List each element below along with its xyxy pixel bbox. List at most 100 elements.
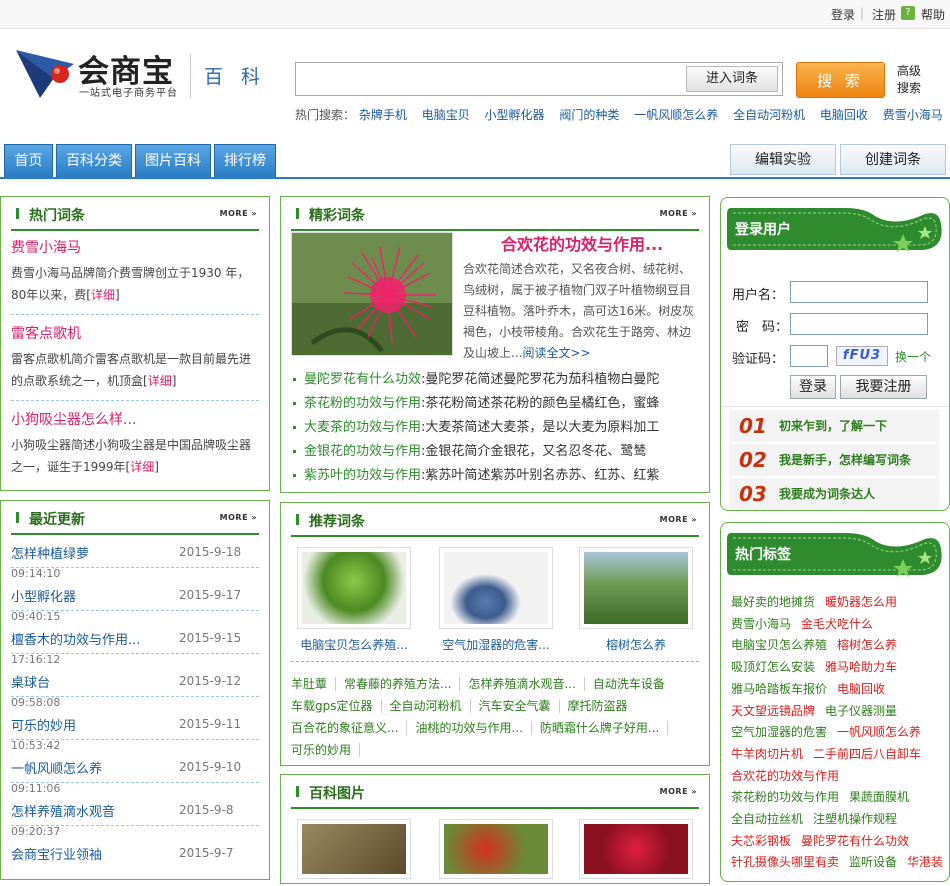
captcha-input[interactable] xyxy=(790,345,828,367)
update-title[interactable]: 可乐的妙用 xyxy=(11,715,76,734)
tag-link[interactable]: 百合花的象征意义... xyxy=(291,721,408,735)
hot-tag-link[interactable]: 一帆风顺怎么养 xyxy=(837,725,921,739)
hot-entry-title[interactable]: 费雪小海马 xyxy=(11,237,251,257)
refresh-captcha-link[interactable]: 换一个 xyxy=(895,348,931,365)
recommend-card[interactable]: 电脑宝贝怎么养殖... xyxy=(297,547,411,653)
top-login-link[interactable]: 登录 xyxy=(831,6,855,23)
picture-thumb[interactable] xyxy=(439,819,553,879)
update-title[interactable]: 怎样种植绿萝 xyxy=(11,543,89,562)
update-title[interactable]: 会商宝行业领袖 xyxy=(11,844,102,863)
hot-tag-link[interactable]: 夫芯彩钢板 xyxy=(731,834,791,848)
hot-tag-link[interactable]: 全自动拉丝机 xyxy=(731,812,803,826)
more-link[interactable]: MORE » xyxy=(660,787,697,796)
guide-step[interactable]: 02 我是新手，怎样编写词条 xyxy=(729,444,939,476)
hot-tag-link[interactable]: 暖奶器怎么用 xyxy=(825,595,897,609)
hot-tag-link[interactable]: 针孔摄像头哪里有卖 xyxy=(731,855,839,869)
hot-search-link[interactable]: 费雪小海马 xyxy=(883,108,943,122)
edit-lab-button[interactable]: 编辑实验 xyxy=(730,144,836,175)
tab-categories[interactable]: 百科分类 xyxy=(56,144,132,177)
picture-thumb[interactable] xyxy=(297,819,411,879)
read-more-link[interactable]: 阅读全文>> xyxy=(522,346,590,360)
tab-ranking[interactable]: 排行榜 xyxy=(214,144,276,177)
hot-search-link[interactable]: 小型孵化器 xyxy=(485,108,545,122)
hot-tag-link[interactable]: 监听设备 xyxy=(849,855,897,869)
tag-link[interactable]: 油桃的功效与作用... xyxy=(415,721,532,735)
tag-link[interactable]: 摩托防盗器 xyxy=(568,699,636,713)
hot-search-link[interactable]: 阀门的种类 xyxy=(559,108,619,122)
featured-list-item[interactable]: 金银花的功效与作用:金银花简介金银花，又名忍冬花、鹭鸶 xyxy=(293,440,701,459)
hot-search-link[interactable]: 一帆风顺怎么养 xyxy=(634,108,718,122)
register-button[interactable]: 我要注册 xyxy=(840,375,927,399)
hot-search-link[interactable]: 杂牌手机 xyxy=(359,108,407,122)
recommend-card[interactable]: 榕树怎么养 xyxy=(579,547,693,653)
hot-search-link[interactable]: 全自动河粉机 xyxy=(733,108,805,122)
password-input[interactable] xyxy=(790,313,928,335)
hot-entry-title[interactable]: 雷客点歌机 xyxy=(11,323,251,343)
hot-tag-link[interactable]: 空气加湿器的危害 xyxy=(731,725,827,739)
search-input[interactable] xyxy=(299,66,683,92)
tag-link[interactable]: 全自动河粉机 xyxy=(389,699,471,713)
login-button[interactable]: 登录 xyxy=(790,375,836,399)
featured-list-item[interactable]: 紫苏叶的功效与作用:紫苏叶简述紫苏叶别名赤苏、红苏、红紫 xyxy=(293,464,701,483)
hot-tag-link[interactable]: 最好卖的地摊货 xyxy=(731,595,815,609)
hot-tag-link[interactable]: 电脑回收 xyxy=(837,682,885,696)
hot-tag-link[interactable]: 费雪小海马 xyxy=(731,617,791,631)
hot-tag-link[interactable]: 注塑机操作规程 xyxy=(813,812,897,826)
more-link[interactable]: MORE » xyxy=(660,515,697,524)
hot-tag-link[interactable]: 果蔬面膜机 xyxy=(849,790,909,804)
hot-tag-link[interactable]: 二手前四后八自卸车 xyxy=(813,747,921,761)
more-link[interactable]: MORE » xyxy=(220,513,257,522)
hot-tag-link[interactable]: 茶花粉的功效与作用 xyxy=(731,790,839,804)
tag-link[interactable]: 汽车安全气囊 xyxy=(478,699,560,713)
recommend-card[interactable]: 空气加湿器的危害... xyxy=(439,547,553,653)
logo-icon[interactable] xyxy=(14,48,78,100)
top-help-link[interactable]: 帮助 xyxy=(921,6,945,23)
tag-link[interactable]: 车载gps定位器 xyxy=(291,699,382,713)
hot-search-link[interactable]: 电脑宝贝 xyxy=(422,108,470,122)
tag-link[interactable]: 防晒霜什么牌子好用... xyxy=(539,721,669,735)
hot-tag-link[interactable]: 曼陀罗花有什么功效 xyxy=(801,834,909,848)
hot-tag-link[interactable]: 吸顶灯怎么安装 xyxy=(731,660,815,674)
update-title[interactable]: 小型孵化器 xyxy=(11,586,76,605)
hot-tag-link[interactable]: 雅马哈踏板车报价 xyxy=(731,682,827,696)
advanced-search-link[interactable]: 高级搜索 xyxy=(897,63,927,97)
username-input[interactable] xyxy=(790,281,928,303)
tag-link[interactable]: 怎样养殖滴水观音... xyxy=(468,677,585,691)
hot-entry-title[interactable]: 小狗吸尘器怎么样... xyxy=(11,409,251,429)
tag-link[interactable]: 常春藤的养殖方法... xyxy=(344,677,461,691)
tab-home[interactable]: 首页 xyxy=(4,144,53,177)
more-link[interactable]: MORE » xyxy=(220,209,257,218)
enter-entry-button[interactable]: 进入词条 xyxy=(686,66,778,92)
guide-step[interactable]: 01 初来乍到，了解一下 xyxy=(729,410,939,442)
featured-list-item[interactable]: 大麦茶的功效与作用:大麦茶简述大麦茶，是以大麦为原料加工 xyxy=(293,416,701,435)
featured-title[interactable]: 合欢花的功效与作用... xyxy=(501,231,663,255)
detail-link[interactable]: 详细 xyxy=(91,288,115,302)
hot-tag-link[interactable]: 天文望远镜品牌 xyxy=(731,704,815,718)
update-title[interactable]: 檀香木的功效与作用... xyxy=(11,629,140,648)
featured-list-item[interactable]: 茶花粉的功效与作用:茶花粉简述茶花粉的颜色呈橘红色，蜜蜂 xyxy=(293,392,701,411)
hot-tag-link[interactable]: 电脑宝贝怎么养殖 xyxy=(731,638,827,652)
featured-list-item[interactable]: 曼陀罗花有什么功效:曼陀罗花简述曼陀罗花为茄科植物白曼陀 xyxy=(293,368,701,387)
update-title[interactable]: 怎样养殖滴水观音 xyxy=(11,801,115,820)
hot-tag-link[interactable]: 电子仪器测量 xyxy=(825,704,897,718)
hot-tag-link[interactable]: 雅马哈助力车 xyxy=(825,660,897,674)
detail-link[interactable]: 详细 xyxy=(148,374,172,388)
update-title[interactable]: 桌球台 xyxy=(11,672,50,691)
create-entry-button[interactable]: 创建词条 xyxy=(840,144,946,175)
tag-link[interactable]: 可乐的妙用 xyxy=(291,743,361,757)
hot-tag-link[interactable]: 金毛犬吃什么 xyxy=(801,617,873,631)
detail-link[interactable]: 详细 xyxy=(130,460,154,474)
hot-tag-link[interactable]: 榕树怎么养 xyxy=(837,638,897,652)
tab-pictures[interactable]: 图片百科 xyxy=(135,144,211,177)
more-link[interactable]: MORE » xyxy=(660,209,697,218)
update-title[interactable]: 一帆风顺怎么养 xyxy=(11,758,102,777)
hot-search-link[interactable]: 电脑回收 xyxy=(820,108,868,122)
picture-thumb[interactable] xyxy=(579,819,693,879)
hot-tag-link[interactable]: 合欢花的功效与作用 xyxy=(731,769,839,783)
featured-image[interactable] xyxy=(291,232,453,356)
hot-tag-link[interactable]: 华港装 xyxy=(907,855,943,869)
tag-link[interactable]: 羊肚蕈 xyxy=(291,677,337,691)
guide-step[interactable]: 03 我要成为词条达人 xyxy=(729,478,939,510)
search-button[interactable]: 搜 索 xyxy=(796,62,885,98)
tag-link[interactable]: 自动洗车设备 xyxy=(593,677,673,691)
